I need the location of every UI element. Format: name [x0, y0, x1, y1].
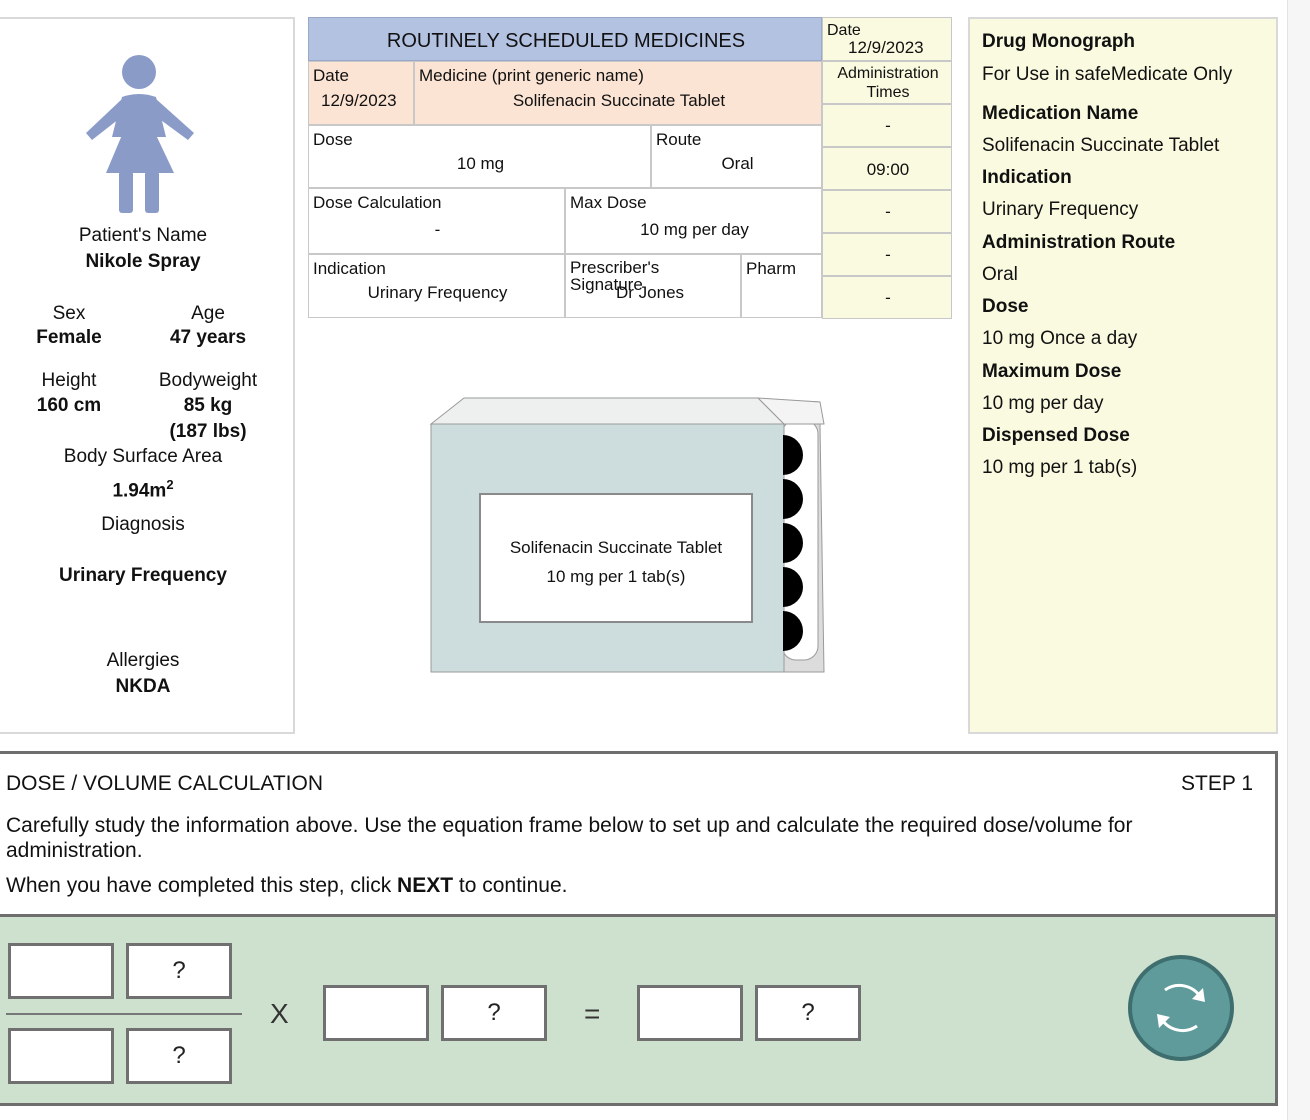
package-label: Solifenacin Succinate Tablet 10 mg per 1…: [479, 493, 753, 623]
chart-indication-cell: Indication Urinary Frequency: [308, 254, 565, 318]
numerator-value-input[interactable]: [8, 943, 114, 999]
admin-time-slot[interactable]: -: [822, 233, 952, 276]
fraction-line: [6, 1013, 242, 1015]
bsa-label: Body Surface Area: [63, 446, 223, 467]
admin-time-slot[interactable]: -: [822, 104, 952, 147]
instruction-text: Carefully study the information above. U…: [6, 814, 1133, 862]
package-strength: 10 mg per 1 tab(s): [546, 567, 686, 586]
medication-package[interactable]: Solifenacin Succinate Tablet 10 mg per 1…: [420, 390, 840, 690]
bsa-value: 1.94m2: [112, 477, 174, 502]
monograph-dispensed-label: Dispensed Dose: [982, 425, 1130, 446]
diagnosis-label: Diagnosis: [101, 514, 185, 535]
chart-dose-calculation-cell: Dose Calculation -: [308, 188, 565, 254]
drug-monograph-panel: Drug Monograph For Use in safeMedicate O…: [968, 17, 1278, 734]
result-unit-select[interactable]: ?: [755, 985, 861, 1041]
monograph-indication-label: Indication: [982, 167, 1072, 188]
equals-symbol: =: [584, 998, 601, 1029]
admin-date-cell: Date 12/9/2023: [822, 17, 952, 61]
allergies-label: Allergies: [106, 650, 180, 671]
patient-female-icon: [86, 55, 194, 213]
package-drug-name: Solifenacin Succinate Tablet: [509, 538, 723, 557]
age-label: Age: [191, 303, 225, 324]
sex-value: Female: [36, 327, 102, 348]
numerator-unit-select[interactable]: ?: [126, 943, 232, 999]
result-value-input[interactable]: [637, 985, 743, 1041]
monograph-med-name: Solifenacin Succinate Tablet: [982, 135, 1220, 156]
calculation-heading: DOSE / VOLUME CALCULATION: [6, 772, 324, 795]
medication-chart: ROUTINELY SCHEDULED MEDICINES Date 12/9/…: [308, 17, 953, 319]
multiply-symbol: X: [270, 998, 289, 1029]
denominator-unit-select[interactable]: ?: [126, 1028, 232, 1084]
sex-label: Sex: [52, 303, 86, 324]
age-value: 47 years: [169, 327, 247, 348]
refresh-button[interactable]: [1128, 955, 1234, 1061]
multiplier-value-input[interactable]: [323, 985, 429, 1041]
admin-time-slot[interactable]: -: [822, 276, 952, 319]
chart-dose-cell: Dose 10 mg: [308, 125, 651, 188]
diagnosis-value: Urinary Frequency: [59, 565, 227, 586]
monograph-subtitle: For Use in safeMedicate Only: [982, 64, 1233, 85]
height-label: Height: [41, 370, 97, 391]
bodyweight-lbs: (187 lbs): [169, 421, 247, 442]
chart-pharm-cell: Pharm: [741, 254, 822, 318]
bodyweight-value: 85 kg: [183, 395, 233, 416]
denominator-value-input[interactable]: [8, 1028, 114, 1084]
chart-max-dose-cell: Max Dose 10 mg per day: [565, 188, 822, 254]
instruction-next-text: When you have completed this step, click…: [6, 874, 568, 897]
monograph-dose-label: Dose: [982, 296, 1029, 317]
chart-date-cell: Date 12/9/2023: [308, 61, 414, 125]
admin-times-header: Administration Times: [822, 61, 952, 104]
monograph-title: Drug Monograph: [982, 31, 1136, 52]
monograph-route-label: Administration Route: [982, 232, 1176, 253]
equation-frame: ? ? X ? = ?: [0, 914, 1278, 1106]
chart-medicine-cell: Medicine (print generic name) Solifenaci…: [414, 61, 822, 125]
height-value: 160 cm: [36, 395, 102, 416]
chart-prescriber-cell: Prescriber's Signature Dr Jones: [565, 254, 741, 318]
multiplier-unit-select[interactable]: ?: [441, 985, 547, 1041]
patient-name-label: Patient's Name: [78, 225, 208, 246]
refresh-icon: [1157, 984, 1205, 1032]
step-indicator: STEP 1: [1181, 772, 1253, 795]
admin-time-slot[interactable]: -: [822, 190, 952, 233]
allergies-value: NKDA: [115, 676, 171, 697]
instructions-panel: DOSE / VOLUME CALCULATION STEP 1 Careful…: [0, 751, 1278, 916]
bodyweight-label: Bodyweight: [158, 370, 258, 391]
monograph-med-name-label: Medication Name: [982, 103, 1139, 124]
page-scrollbar[interactable]: [1287, 0, 1310, 1120]
chart-title: ROUTINELY SCHEDULED MEDICINES: [308, 17, 822, 61]
monograph-dose: 10 mg Once a day: [982, 328, 1138, 349]
chart-route-cell: Route Oral: [651, 125, 822, 188]
monograph-indication: Urinary Frequency: [982, 199, 1139, 220]
monograph-dispensed: 10 mg per 1 tab(s): [982, 457, 1138, 478]
monograph-max-dose-label: Maximum Dose: [982, 361, 1122, 382]
monograph-route: Oral: [982, 264, 1018, 285]
patient-panel: Patient's Name Nikole Spray Sex Female A…: [0, 17, 295, 734]
patient-name: Nikole Spray: [85, 251, 201, 272]
monograph-max-dose: 10 mg per day: [982, 393, 1104, 414]
admin-time-slot[interactable]: 09:00: [822, 147, 952, 190]
